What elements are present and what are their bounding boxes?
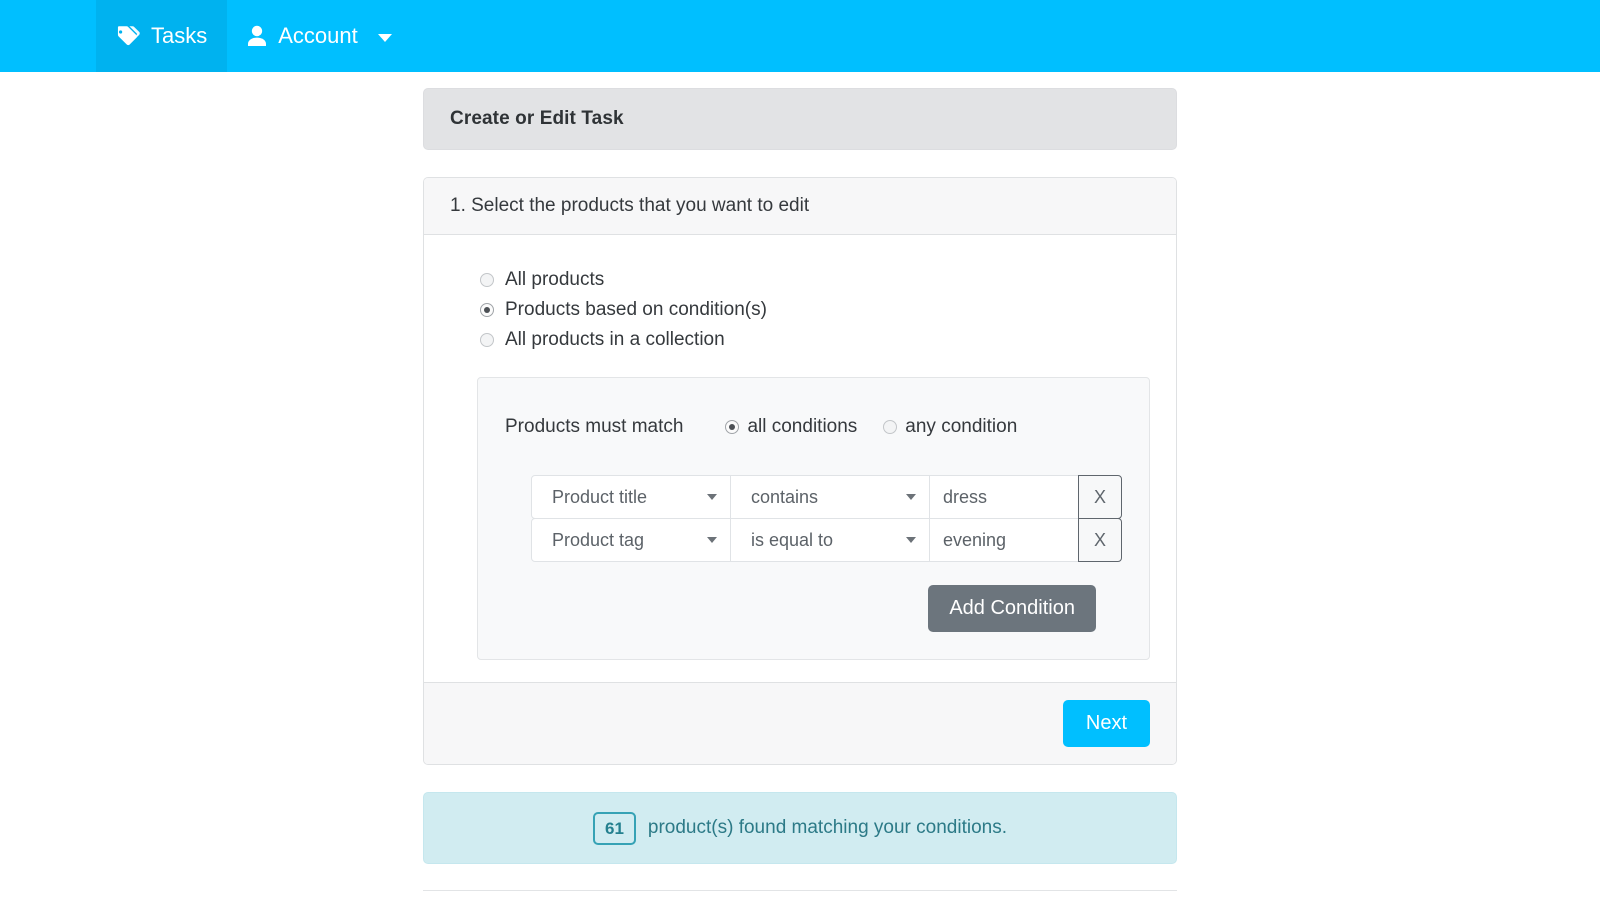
step-one-heading: 1. Select the products that you want to … (424, 178, 1176, 235)
nav-item-account-label: Account (278, 23, 358, 48)
condition-row: Product title contains dress X (531, 475, 1122, 519)
chevron-down-icon (377, 33, 392, 42)
condition-row: Product tag is equal to evening X (531, 518, 1122, 562)
close-icon: X (1093, 486, 1106, 507)
match-mode-label: Products must match (505, 416, 684, 437)
nav-item-tasks[interactable]: Tasks (96, 0, 228, 72)
remove-condition-button-1[interactable]: X (1078, 475, 1122, 519)
radio-row-products-by-condition[interactable]: Products based on condition(s) (480, 295, 1150, 325)
condition-operator-select-1[interactable]: contains (730, 475, 930, 519)
top-navbar: Tasks Account (0, 0, 1600, 72)
product-scope-radio-group: All products Products based on condition… (480, 265, 1150, 355)
page-title: Create or Edit Task (450, 108, 624, 129)
step-one-body: All products Products based on condition… (424, 235, 1176, 682)
radio-label-all-conditions[interactable]: all conditions (747, 416, 857, 438)
chevron-down-icon (906, 494, 916, 500)
match-mode-row: Products must match all conditions any c… (505, 416, 1122, 438)
condition-field-value-2: Product tag (552, 529, 645, 550)
chevron-down-icon (707, 537, 717, 543)
page-container: Create or Edit Task 1. Select the produc… (423, 72, 1177, 902)
chevron-down-icon (707, 494, 717, 500)
radio-all-products[interactable] (480, 273, 494, 287)
step-one-footer: Next (424, 682, 1176, 764)
radio-any-condition[interactable] (883, 420, 898, 434)
close-icon: X (1093, 529, 1106, 550)
nav-item-tasks-label: Tasks (151, 23, 208, 48)
radio-label-all-products[interactable]: All products (505, 269, 604, 291)
conditions-box: Products must match all conditions any c… (477, 377, 1150, 660)
condition-rows: Product title contains dress X Product t… (531, 475, 1122, 562)
remove-condition-button-2[interactable]: X (1078, 518, 1122, 562)
radio-products-by-condition[interactable] (480, 303, 494, 317)
condition-value-input-1[interactable]: dress (929, 475, 1079, 519)
product-count-badge: 61 (592, 811, 636, 845)
nav-item-account[interactable]: Account (227, 0, 412, 72)
add-condition-button[interactable]: Add Condition (928, 585, 1096, 632)
condition-operator-select-2[interactable]: is equal to (730, 518, 930, 562)
match-option-any[interactable]: any condition (883, 416, 1017, 438)
radio-row-products-in-collection[interactable]: All products in a collection (480, 325, 1150, 355)
radio-products-in-collection[interactable] (480, 333, 494, 347)
add-condition-row: Add Condition (505, 585, 1122, 632)
page-title-panel: Create or Edit Task (423, 88, 1177, 150)
match-option-all[interactable]: all conditions (725, 416, 857, 438)
user-icon (247, 25, 267, 47)
condition-value-input-2[interactable]: evening (929, 518, 1079, 562)
product-count-message: product(s) found matching your condition… (647, 817, 1007, 838)
step-one-panel: 1. Select the products that you want to … (423, 177, 1177, 765)
radio-label-any-condition[interactable]: any condition (905, 416, 1017, 438)
condition-field-select-2[interactable]: Product tag (531, 518, 731, 562)
radio-label-products-by-condition[interactable]: Products based on condition(s) (505, 299, 767, 321)
product-count-alert: 61 product(s) found matching your condit… (423, 792, 1177, 864)
condition-operator-value-2: is equal to (751, 529, 834, 550)
radio-row-all-products[interactable]: All products (480, 265, 1150, 295)
section-divider (423, 890, 1177, 902)
condition-operator-value-1: contains (751, 486, 819, 507)
condition-value-text-1: dress (943, 486, 988, 507)
condition-field-value-1: Product title (552, 486, 648, 507)
radio-label-products-in-collection[interactable]: All products in a collection (505, 329, 725, 351)
chevron-down-icon (906, 537, 916, 543)
condition-field-select-1[interactable]: Product title (531, 475, 731, 519)
radio-all-conditions[interactable] (725, 420, 740, 434)
condition-value-text-2: evening (943, 529, 1007, 550)
next-button[interactable]: Next (1062, 700, 1150, 747)
tag-icon (116, 24, 140, 48)
